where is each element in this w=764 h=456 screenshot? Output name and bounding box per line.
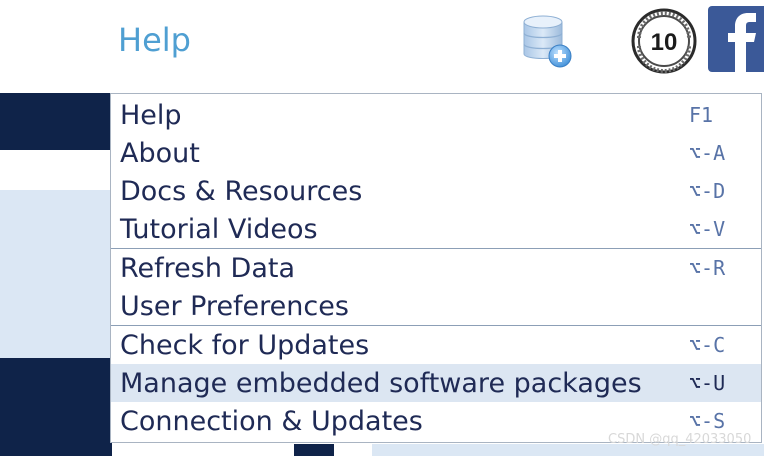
facebook-icon[interactable] [708,6,764,72]
menu-group: Help F1 About ⌥-A Docs & Resources ⌥-D T… [111,94,761,249]
menu-item-label: Connection & Updates [120,405,423,437]
background-panel [294,444,334,456]
background-panel [0,93,112,150]
menu-group: Refresh Data ⌥-R User Preferences [111,249,761,326]
menu-item-check-for-updates[interactable]: Check for Updates ⌥-C [111,326,761,364]
menu-group: Check for Updates ⌥-C Manage embedded so… [111,326,761,440]
watermark: CSDN @qq_42033050 [608,432,752,447]
menu-item-label: Help [120,99,182,131]
background-panel [0,358,112,456]
menu-item-docs-resources[interactable]: Docs & Resources ⌥-D [111,172,761,210]
menu-item-label: User Preferences [120,290,349,322]
menu-item-help[interactable]: Help F1 [111,96,761,134]
menu-item-shortcut: ⌥-C [689,333,726,357]
database-add-icon[interactable] [518,12,574,70]
menu-item-user-preferences[interactable]: User Preferences [111,287,761,325]
menu-item-shortcut: ⌥-R [689,256,726,280]
background-panel [334,444,372,456]
menu-item-shortcut: ⌥-U [689,371,726,395]
badge-number: 10 [651,29,678,56]
menu-item-label: Tutorial Videos [120,213,318,245]
ten-year-badge-icon[interactable]: 10 [631,8,697,74]
menu-item-label: Check for Updates [120,329,370,361]
menu-item-manage-packages[interactable]: Manage embedded software packages ⌥-U [111,364,761,402]
menu-item-tutorial-videos[interactable]: Tutorial Videos ⌥-V [111,210,761,248]
menu-help-title[interactable]: Help [118,20,191,60]
menu-item-label: Refresh Data [120,252,296,284]
background-panel [0,190,112,358]
menu-item-shortcut: ⌥-V [689,217,726,241]
menu-item-shortcut: ⌥-D [689,179,726,203]
menu-item-label: About [120,137,200,169]
help-dropdown-menu: Help F1 About ⌥-A Docs & Resources ⌥-D T… [110,93,762,443]
app-window: Help 10 Help F1 About ⌥-A Docs & Resourc… [0,0,764,456]
menu-item-shortcut: ⌥-A [689,141,726,165]
menu-item-refresh-data[interactable]: Refresh Data ⌥-R [111,249,761,287]
menu-item-label: Docs & Resources [120,175,363,207]
menu-item-label: Manage embedded software packages [120,367,642,399]
menu-item-about[interactable]: About ⌥-A [111,134,761,172]
menu-item-shortcut: F1 [689,103,714,127]
